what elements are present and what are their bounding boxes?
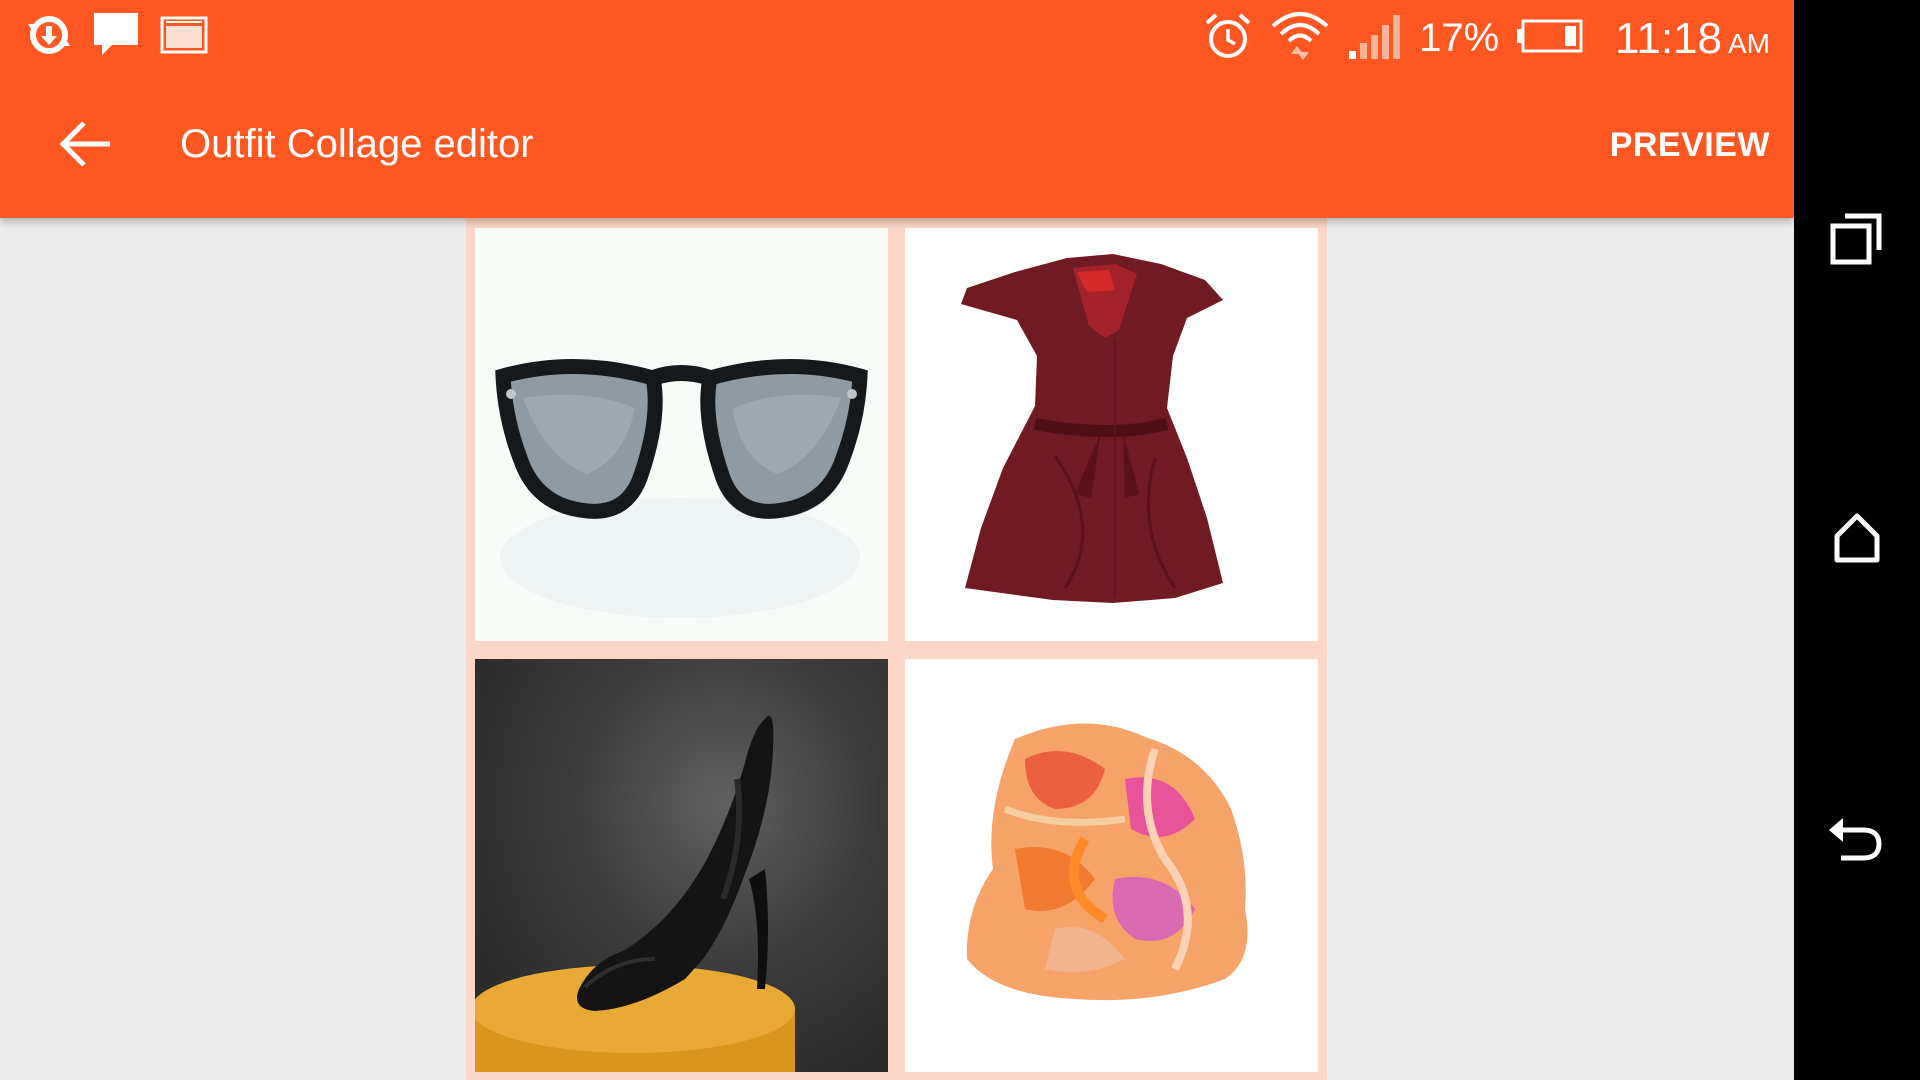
- alarm-icon: [1203, 11, 1253, 66]
- status-bar: 17% 11:18 AM: [0, 0, 1794, 78]
- battery-percent: 17%: [1419, 16, 1500, 60]
- status-right: 17% 11:18 AM: [1203, 8, 1770, 69]
- collage-item-dress[interactable]: [905, 228, 1318, 641]
- home-button[interactable]: [1817, 500, 1897, 580]
- collage-item-high-heel[interactable]: [475, 659, 888, 1072]
- app-screen: 17% 11:18 AM Outfit Collage editor PREVI…: [0, 0, 1794, 1080]
- collage-item-scarf[interactable]: [905, 659, 1318, 1072]
- scarf-image: [905, 659, 1318, 1072]
- arrow-back-icon: [58, 119, 114, 174]
- battery-icon: [1515, 18, 1585, 59]
- high-heel-shoe-image: [475, 715, 795, 1072]
- gallery-icon: [160, 16, 208, 59]
- clock-time: 11:18: [1615, 13, 1722, 63]
- message-icon: [94, 13, 138, 62]
- preview-button[interactable]: PREVIEW: [1610, 126, 1770, 165]
- back-button[interactable]: [50, 110, 122, 182]
- notification-icons: [26, 12, 208, 63]
- wifi-icon: [1269, 8, 1331, 69]
- back-icon: [1827, 810, 1887, 871]
- clock: 11:18 AM: [1601, 14, 1770, 64]
- clock-ampm: AM: [1728, 27, 1770, 59]
- sync-icon: [26, 12, 72, 63]
- app-bar: 17% 11:18 AM Outfit Collage editor PREVI…: [0, 0, 1794, 218]
- dress-image: [905, 228, 1318, 641]
- system-nav-bar: [1794, 0, 1920, 1080]
- toolbar: Outfit Collage editor PREVIEW: [0, 78, 1794, 218]
- signal-icon: [1347, 11, 1403, 66]
- nav-back-button[interactable]: [1817, 800, 1897, 880]
- collage-item-sunglasses[interactable]: [475, 228, 888, 641]
- collage-canvas: [466, 218, 1327, 1080]
- recents-button[interactable]: [1817, 200, 1897, 280]
- sunglasses-image: [475, 228, 888, 641]
- page-title: Outfit Collage editor: [180, 122, 534, 166]
- recents-icon: [1829, 210, 1885, 271]
- home-icon: [1829, 510, 1885, 571]
